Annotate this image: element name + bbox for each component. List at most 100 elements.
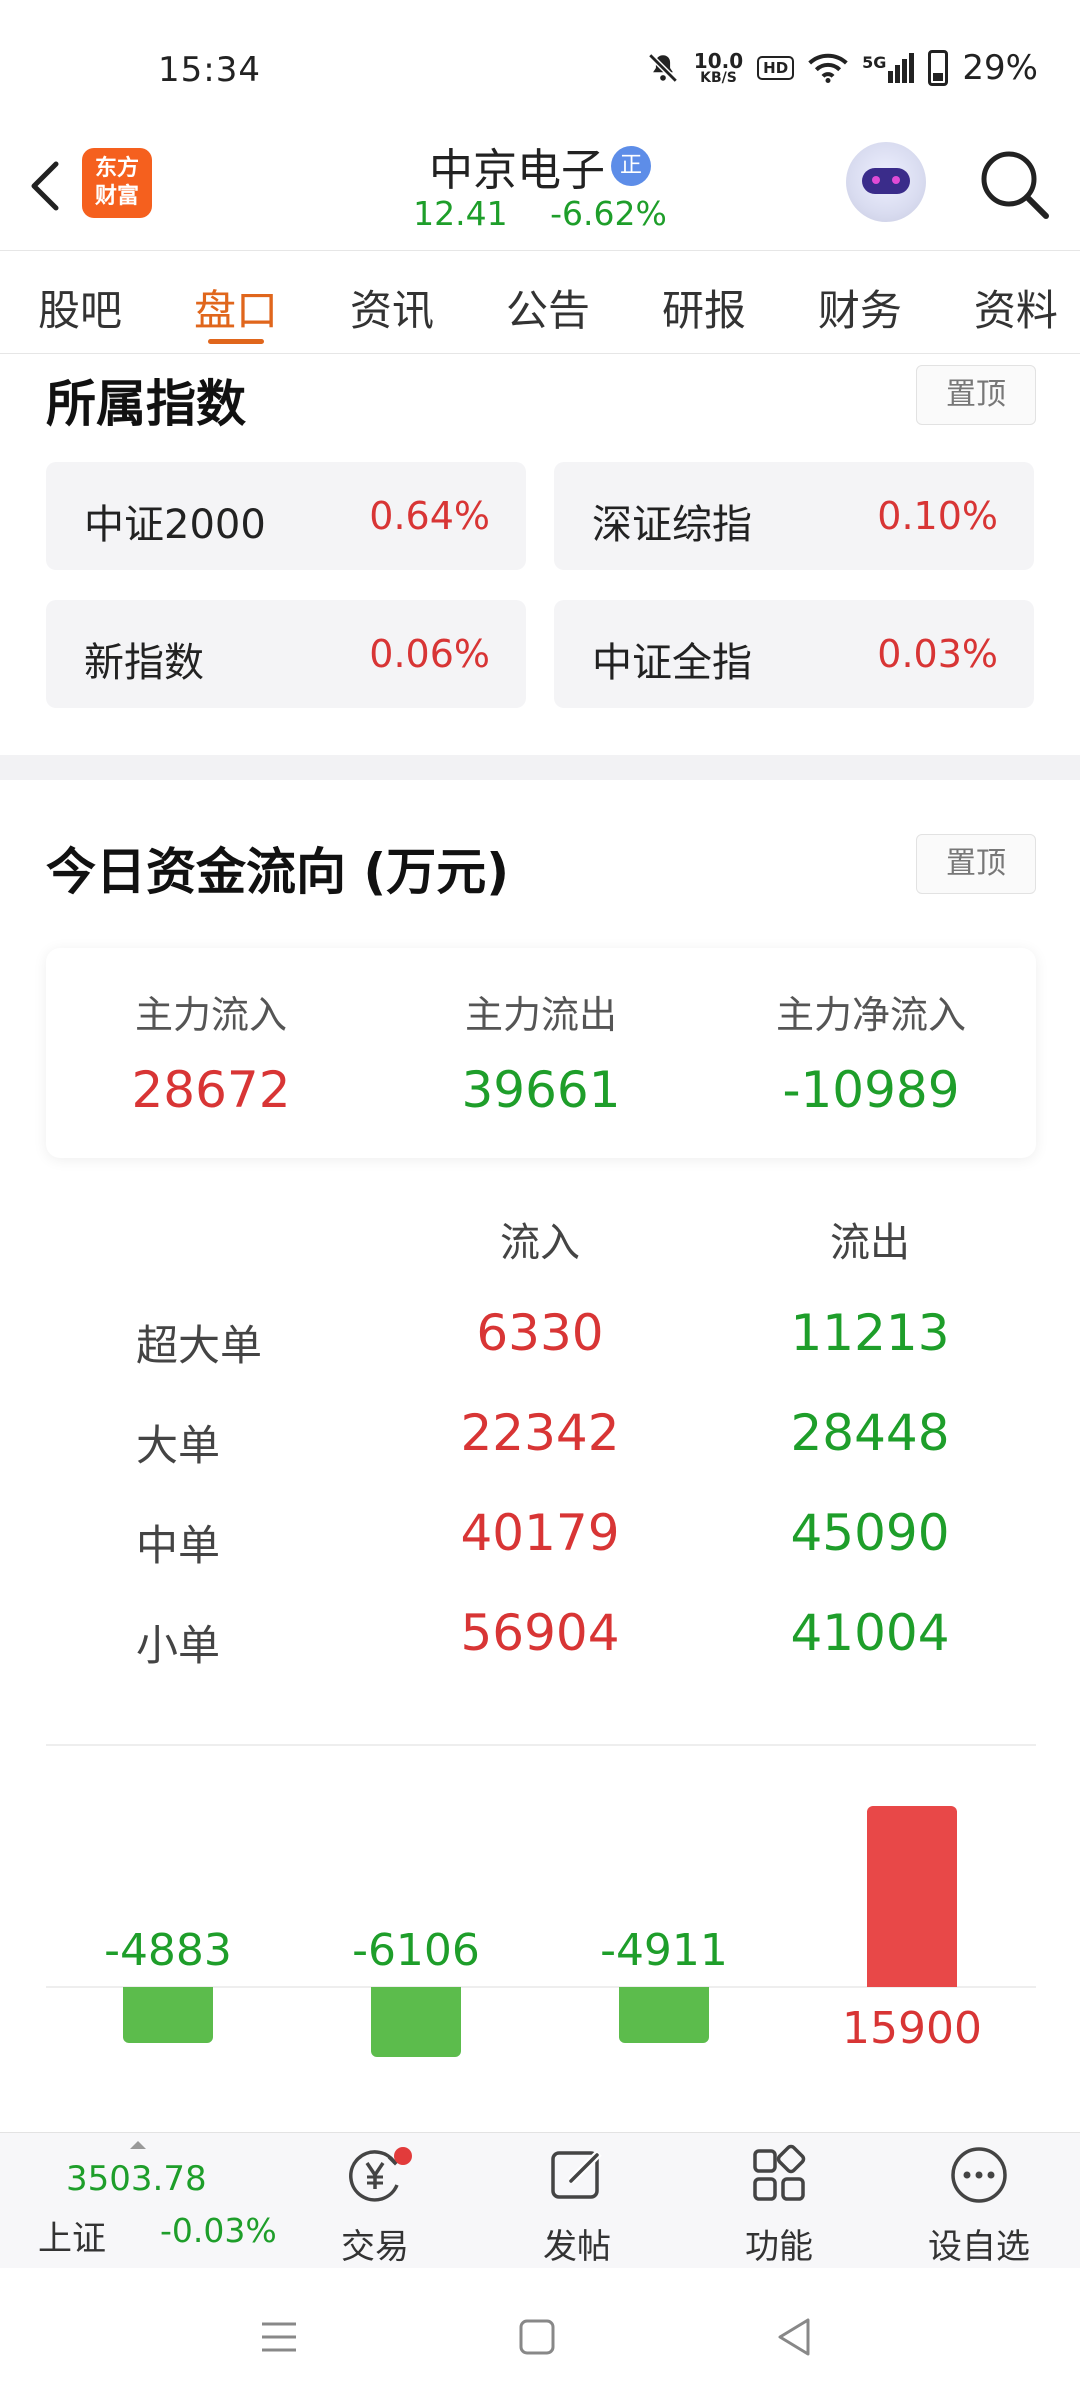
index-name: 新指数	[84, 640, 204, 686]
main-net-inflow-value: -10989	[782, 1061, 960, 1119]
fund-flow-title: 今日资金流向 (万元)	[46, 843, 510, 901]
tab-announcements[interactable]: 公告	[506, 251, 590, 353]
hd-badge: HD	[757, 56, 795, 80]
index-change: 0.64%	[369, 494, 490, 538]
net-flow-bar-label: -4883	[104, 1925, 232, 1976]
net-flow-bar	[123, 1987, 213, 2043]
index-change: 0.10%	[877, 494, 998, 538]
stock-change-pct: -6.62%	[550, 194, 667, 233]
indices-pin-button[interactable]: 置顶	[916, 365, 1036, 425]
signal-label: 5G	[862, 53, 887, 72]
net-flow-bar-label: -6106	[352, 1925, 480, 1976]
row-label: 中单	[136, 1521, 221, 1570]
verified-badge-icon: 正	[611, 146, 651, 186]
main-inflow-value: 28672	[131, 1061, 291, 1119]
add-watchlist-button[interactable]: 设自选	[914, 2143, 1044, 2268]
row-inflow: 6330	[476, 1304, 604, 1362]
main-outflow: 主力流出 39661	[376, 984, 706, 1119]
tab-guba[interactable]: 股吧	[38, 251, 122, 353]
main-outflow-label: 主力流出	[464, 993, 617, 1037]
row-outflow: 41004	[790, 1604, 950, 1662]
index-change: 0.06%	[369, 632, 490, 676]
trade-button[interactable]: 交易	[310, 2143, 440, 2268]
index-name: 深证综指	[592, 502, 752, 548]
row-label: 小单	[136, 1621, 221, 1670]
index-card[interactable]: 深证综指 0.10%	[554, 462, 1034, 570]
stock-name: 中京电子	[429, 145, 605, 196]
net-flow-bar-label: 15900	[842, 2003, 982, 2054]
post-button[interactable]: 发帖	[512, 2143, 642, 2268]
battery-percent: 29%	[962, 48, 1038, 88]
bottom-toolbar: 3503.78 上证 -0.03% 交易 发帖 功能 设自选	[0, 2132, 1080, 2268]
net-flow-bar	[371, 1987, 461, 2057]
home-icon[interactable]	[512, 2312, 562, 2362]
indices-title: 所属指数	[46, 375, 246, 433]
menu-icon[interactable]	[254, 2312, 304, 2362]
index-card[interactable]: 中证2000 0.64%	[46, 462, 526, 570]
wifi-icon	[808, 53, 848, 83]
chart-top-divider	[46, 1744, 1036, 1746]
functions-label: 功能	[745, 2227, 813, 2267]
trade-label: 交易	[341, 2227, 409, 2267]
stock-header: 东方 财富 中京电子 正 12.41 -6.62%	[0, 120, 1080, 250]
row-inflow: 40179	[460, 1504, 620, 1562]
status-icons: 10.0 KB/S HD 5G 29%	[646, 48, 1038, 88]
index-card[interactable]: 中证全指 0.03%	[554, 600, 1034, 708]
row-outflow: 11213	[790, 1304, 950, 1362]
net-speed-value: 10.0	[693, 49, 744, 73]
column-header-outflow: 流出	[830, 1220, 910, 1266]
functions-button[interactable]: 功能	[714, 2143, 844, 2268]
section-divider	[0, 755, 1080, 780]
row-outflow: 28448	[790, 1404, 950, 1462]
tab-news[interactable]: 资讯	[350, 251, 434, 353]
tab-research[interactable]: 研报	[662, 251, 746, 353]
row-inflow: 56904	[460, 1604, 620, 1662]
net-flow-bar	[867, 1805, 957, 1987]
caret-up-icon[interactable]	[130, 2141, 146, 2149]
main-net-inflow-label: 主力净流入	[775, 993, 966, 1037]
edit-post-icon	[551, 2150, 602, 2199]
status-time: 15:34	[158, 50, 261, 90]
market-index-change[interactable]: -0.03%	[160, 2211, 277, 2250]
stock-tabs: 股吧 盘口 资讯 公告 研报 财务 资料	[0, 250, 1080, 354]
more-dots-icon	[951, 2147, 1007, 2203]
row-outflow: 45090	[790, 1504, 950, 1562]
mute-bell-icon	[648, 53, 678, 83]
tab-profile[interactable]: 资料	[974, 251, 1058, 353]
main-flow-summary-card: 主力流入 28672 主力流出 39661 主力净流入 -10989	[46, 948, 1036, 1158]
post-label: 发帖	[543, 2227, 611, 2267]
status-bar: 15:34 10.0 KB/S HD 5G 29%	[0, 0, 1080, 120]
net-flow-bar	[619, 1987, 709, 2043]
back-nav-icon[interactable]	[770, 2312, 820, 2362]
index-change: 0.03%	[877, 632, 998, 676]
market-index-name[interactable]: 上证	[38, 2211, 106, 2260]
system-nav-bar	[0, 2268, 1080, 2400]
row-label: 超大单	[136, 1321, 263, 1370]
main-inflow: 主力流入 28672	[46, 984, 376, 1119]
market-index-value[interactable]: 3503.78	[66, 2159, 207, 2199]
net-flow-bar-label: -4911	[600, 1925, 728, 1976]
notification-dot	[394, 2147, 412, 2165]
net-speed-unit: KB/S	[700, 70, 737, 86]
tab-finance[interactable]: 财务	[818, 251, 902, 353]
robot-visor	[862, 168, 910, 194]
main-inflow-label: 主力流入	[134, 993, 287, 1037]
row-label: 大单	[136, 1421, 221, 1470]
assistant-robot-avatar[interactable]	[846, 142, 926, 222]
tab-pankou[interactable]: 盘口	[194, 251, 278, 353]
fund-flow-pin-button[interactable]: 置顶	[916, 834, 1036, 894]
search-icon[interactable]	[976, 146, 1052, 222]
row-inflow: 22342	[460, 1404, 620, 1462]
main-outflow-value: 39661	[461, 1061, 621, 1119]
battery-icon	[928, 50, 949, 86]
column-header-inflow: 流入	[500, 1220, 580, 1266]
cellular-icon: 5G	[862, 53, 915, 83]
add-watchlist-label: 设自选	[928, 2227, 1030, 2267]
net-speed: 10.0 KB/S	[694, 51, 743, 85]
main-net-inflow: 主力净流入 -10989	[706, 984, 1036, 1119]
index-card[interactable]: 新指数 0.06%	[46, 600, 526, 708]
grid-apps-icon	[753, 2144, 806, 2201]
index-name: 中证全指	[592, 640, 752, 686]
stock-price: 12.41	[413, 194, 508, 233]
index-name: 中证2000	[84, 502, 266, 548]
